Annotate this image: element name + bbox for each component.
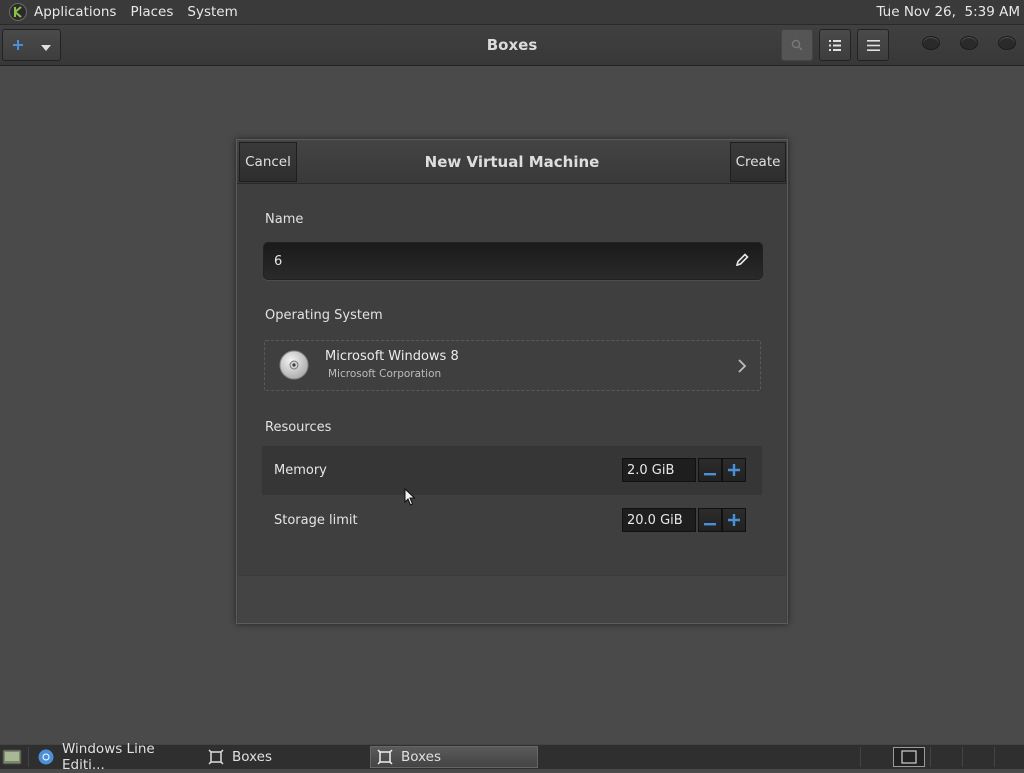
menu-places[interactable]: Places [130, 4, 173, 20]
taskbar-item-label: Boxes [401, 749, 442, 765]
workspace-4[interactable] [996, 747, 1022, 767]
bottom-taskbar: Windows Line Editi... Boxes Boxes [0, 741, 1024, 773]
taskbar-item-boxes-active[interactable]: Boxes [370, 746, 538, 768]
taskbar-separator [28, 747, 29, 767]
mouse-pointer-icon [404, 487, 416, 510]
header-bar: Boxes [0, 25, 1024, 66]
list-view-icon [829, 36, 841, 55]
name-value: 6 [274, 254, 283, 269]
show-desktop-icon[interactable] [2, 748, 22, 766]
dialog-body: Name 6 Operating System Microsoft Window… [237, 184, 787, 574]
storage-increase-button[interactable] [722, 508, 746, 532]
name-label: Name [265, 212, 304, 227]
memory-row: Memory 2.0 GiB [262, 446, 762, 495]
dialog-header: Cancel New Virtual Machine Create [237, 140, 787, 184]
minimize-button[interactable] [922, 36, 940, 50]
taskbar-item-boxes[interactable]: Boxes [202, 746, 366, 768]
taskbar-item-label: Boxes [232, 749, 273, 765]
storage-decrease-button[interactable] [698, 508, 722, 532]
memory-decrease-button[interactable] [698, 458, 722, 482]
os-name: Microsoft Windows 8 [325, 349, 459, 364]
minus-icon [704, 511, 716, 530]
boxes-icon [208, 749, 224, 765]
search-button[interactable] [781, 29, 813, 61]
plus-icon [728, 511, 740, 530]
memory-label: Memory [274, 463, 327, 478]
memory-input[interactable]: 2.0 GiB [622, 458, 696, 482]
cd-disc-icon [279, 350, 309, 384]
maximize-button[interactable] [960, 36, 978, 50]
menu-button[interactable] [857, 29, 889, 61]
plus-icon [728, 461, 740, 480]
resources-label: Resources [265, 420, 332, 435]
pencil-edit-icon[interactable] [734, 252, 750, 272]
hamburger-menu-icon [866, 36, 880, 55]
top-panel: Applications Places System Tue Nov 26, 5… [0, 0, 1024, 25]
chevron-right-icon [738, 358, 747, 377]
clock[interactable]: Tue Nov 26, 5:39 AM [876, 4, 1020, 20]
search-icon [791, 36, 803, 55]
taskbar-separator [860, 747, 861, 767]
create-button[interactable]: Create [730, 142, 786, 182]
menu-system[interactable]: System [187, 4, 237, 20]
workspace-2[interactable] [932, 747, 960, 767]
os-label: Operating System [265, 308, 383, 323]
os-selector[interactable]: Microsoft Windows 8 Microsoft Corporatio… [264, 340, 761, 391]
dialog-footer [238, 575, 786, 623]
close-button[interactable] [998, 36, 1016, 50]
list-view-button[interactable] [819, 29, 851, 61]
taskbar-item-chromium[interactable]: Windows Line Editi... [32, 741, 196, 773]
workspace-3[interactable] [964, 747, 992, 767]
menu-applications[interactable]: Applications [34, 4, 116, 20]
mate-logo-icon[interactable] [8, 2, 28, 22]
storage-row: Storage limit 20.0 GiB [262, 496, 762, 545]
workspace-1[interactable] [893, 747, 925, 767]
minus-icon [704, 461, 716, 480]
boxes-icon [377, 749, 393, 765]
storage-label: Storage limit [274, 513, 358, 528]
chromium-icon [38, 749, 54, 765]
storage-input[interactable]: 20.0 GiB [622, 508, 696, 532]
workspace-separator [930, 747, 931, 767]
dialog-title: New Virtual Machine [424, 153, 600, 171]
taskbar-item-label: Windows Line Editi... [62, 741, 155, 773]
os-vendor: Microsoft Corporation [328, 368, 442, 380]
workspace-separator [962, 747, 963, 767]
new-vm-dialog: Cancel New Virtual Machine Create Name 6… [236, 139, 788, 624]
name-field[interactable]: 6 [263, 242, 763, 280]
workspace-separator [994, 747, 995, 767]
memory-increase-button[interactable] [722, 458, 746, 482]
